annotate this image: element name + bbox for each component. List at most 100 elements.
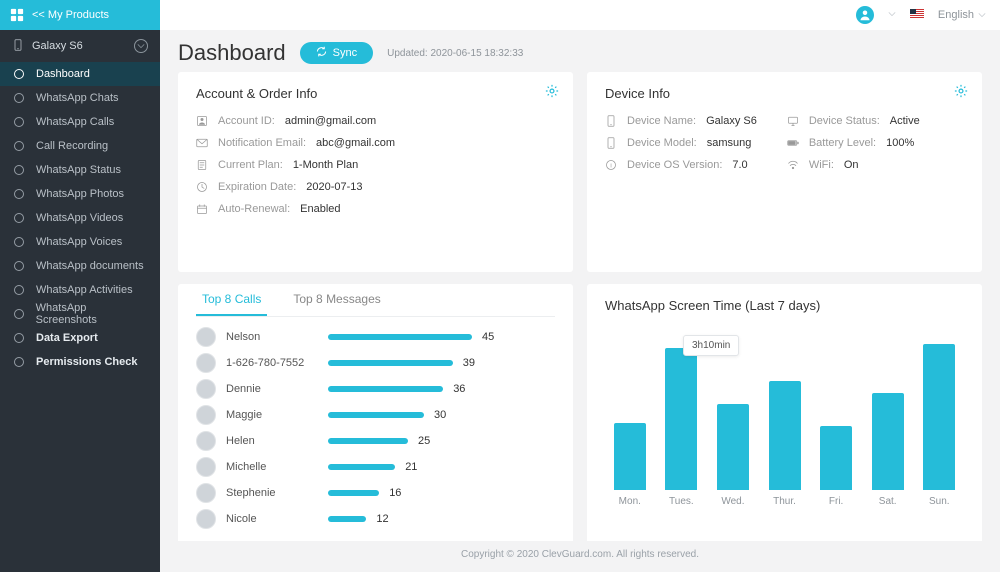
device-label: Galaxy S6 xyxy=(32,40,83,52)
avatar xyxy=(196,431,216,451)
contact-name: Nelson xyxy=(226,331,318,343)
info-label: WiFi: xyxy=(809,159,834,171)
info-row: Device Model: samsung xyxy=(605,137,757,149)
chart-column[interactable]: Sun. xyxy=(920,344,958,507)
info-value: Galaxy S6 xyxy=(706,115,757,127)
menu-icon xyxy=(12,260,26,272)
bar-wrap: 21 xyxy=(328,461,555,473)
page-header: Dashboard Sync Updated: 2020-06-15 18:32… xyxy=(160,30,1000,72)
bar-wrap: 39 xyxy=(328,357,555,369)
avatar xyxy=(196,405,216,425)
gear-icon[interactable] xyxy=(954,84,968,101)
bar xyxy=(328,490,379,496)
bar-wrap: 30 xyxy=(328,409,555,421)
sidebar-item-whatsapp-chats[interactable]: WhatsApp Chats xyxy=(0,86,160,110)
info-label: Device Model: xyxy=(627,137,697,149)
sidebar-item-whatsapp-documents[interactable]: WhatsApp documents xyxy=(0,254,160,278)
sidebar-item-label: WhatsApp Activities xyxy=(36,284,133,296)
bar-wrap: 16 xyxy=(328,487,555,499)
sync-icon xyxy=(316,46,327,60)
gear-icon[interactable] xyxy=(545,84,559,101)
sidebar-item-dashboard[interactable]: Dashboard xyxy=(0,62,160,86)
avatar xyxy=(196,509,216,529)
info-value: Active xyxy=(890,115,920,127)
call-row: Maggie30 xyxy=(196,405,555,425)
bar-wrap: 36 xyxy=(328,383,555,395)
chevron-down-icon[interactable] xyxy=(888,9,896,21)
sidebar-item-whatsapp-activities[interactable]: WhatsApp Activities xyxy=(0,278,160,302)
phone-icon xyxy=(12,39,24,54)
tab-top-messages[interactable]: Top 8 Messages xyxy=(287,288,386,316)
sidebar-item-whatsapp-calls[interactable]: WhatsApp Calls xyxy=(0,110,160,134)
info-icon xyxy=(787,115,799,127)
info-row: Notification Email: abc@gmail.com xyxy=(196,137,555,149)
chart-bar xyxy=(820,426,852,490)
chart-column[interactable]: Thur. xyxy=(766,381,804,507)
info-label: Current Plan: xyxy=(218,159,283,171)
menu-icon xyxy=(12,356,26,368)
chart-bar xyxy=(872,393,904,491)
footer: Copyright © 2020 ClevGuard.com. All righ… xyxy=(160,541,1000,572)
contact-name: Helen xyxy=(226,435,318,447)
chart-label: Mon. xyxy=(619,496,641,507)
call-row: Helen25 xyxy=(196,431,555,451)
sidebar-item-whatsapp-voices[interactable]: WhatsApp Voices xyxy=(0,230,160,254)
bar-value: 21 xyxy=(405,461,417,473)
sidebar-item-label: WhatsApp Status xyxy=(36,164,121,176)
sidebar-item-data-export[interactable]: Data Export xyxy=(0,326,160,350)
sidebar-item-whatsapp-screenshots[interactable]: WhatsApp Screenshots xyxy=(0,302,160,326)
call-row: Dennie36 xyxy=(196,379,555,399)
avatar xyxy=(196,353,216,373)
bar-value: 16 xyxy=(389,487,401,499)
info-row: WiFi: On xyxy=(787,159,920,171)
info-value: 2020-07-13 xyxy=(306,181,362,193)
sidebar-item-whatsapp-videos[interactable]: WhatsApp Videos xyxy=(0,206,160,230)
bar xyxy=(328,438,408,444)
chart-label: Sun. xyxy=(929,496,950,507)
user-avatar[interactable] xyxy=(856,6,874,24)
avatar xyxy=(196,483,216,503)
menu-icon xyxy=(12,92,26,104)
info-icon xyxy=(605,137,617,149)
device-selector[interactable]: Galaxy S6 xyxy=(0,30,160,62)
topbar: English xyxy=(160,0,1000,30)
call-row: Michelle21 xyxy=(196,457,555,477)
chart-bar xyxy=(717,404,749,490)
sidebar-item-label: WhatsApp Photos xyxy=(36,188,124,200)
info-row: Device Name: Galaxy S6 xyxy=(605,115,757,127)
sidebar-item-label: WhatsApp Chats xyxy=(36,92,119,104)
chart-column[interactable]: Mon. xyxy=(611,423,649,508)
chart-column[interactable]: Tues. xyxy=(663,348,701,508)
info-value: 100% xyxy=(886,137,914,149)
chart-column[interactable]: Wed. xyxy=(714,404,752,507)
chart-column[interactable]: Sat. xyxy=(869,393,907,508)
sidebar-item-label: WhatsApp documents xyxy=(36,260,144,272)
info-icon xyxy=(196,203,208,215)
info-value: abc@gmail.com xyxy=(316,137,395,149)
info-icon: i xyxy=(605,159,617,171)
sync-button[interactable]: Sync xyxy=(300,42,373,64)
chart-column[interactable]: Fri. xyxy=(817,426,855,507)
svg-text:i: i xyxy=(610,163,611,169)
info-label: Expiration Date: xyxy=(218,181,296,193)
info-icon xyxy=(196,115,208,127)
call-row: Stephenie16 xyxy=(196,483,555,503)
sidebar-item-permissions-check[interactable]: Permissions Check xyxy=(0,350,160,374)
my-products-link[interactable]: << My Products xyxy=(0,0,160,30)
chart-bar xyxy=(923,344,955,490)
info-value: admin@gmail.com xyxy=(285,115,376,127)
sidebar-item-whatsapp-status[interactable]: WhatsApp Status xyxy=(0,158,160,182)
chart-label: Sat. xyxy=(879,496,897,507)
info-label: Auto-Renewal: xyxy=(218,203,290,215)
chart-bar xyxy=(614,423,646,491)
language-selector[interactable]: English xyxy=(938,9,986,21)
tab-top-calls[interactable]: Top 8 Calls xyxy=(196,288,267,316)
sidebar-item-label: WhatsApp Screenshots xyxy=(36,302,148,326)
sidebar-item-call-recording[interactable]: Call Recording xyxy=(0,134,160,158)
contact-name: Nicole xyxy=(226,513,318,525)
info-row: Auto-Renewal: Enabled xyxy=(196,203,555,215)
info-icon xyxy=(787,137,799,149)
sidebar-item-whatsapp-photos[interactable]: WhatsApp Photos xyxy=(0,182,160,206)
grid-icon xyxy=(10,8,24,22)
menu-icon xyxy=(12,140,26,152)
